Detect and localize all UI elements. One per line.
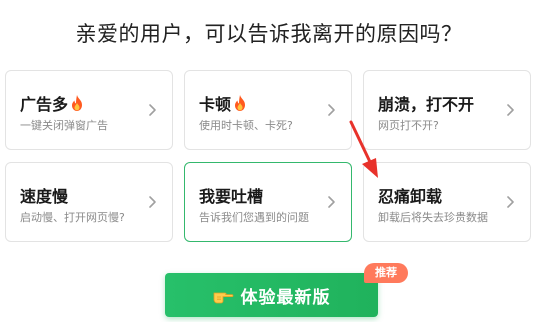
option-card-feedback[interactable]: 我要吐槽 告诉我们您遇到的问题 — [184, 162, 352, 242]
chevron-right-icon — [328, 104, 335, 116]
option-title: 速度慢 — [20, 187, 69, 206]
option-title: 卡顿 — [199, 91, 247, 115]
option-title: 忍痛卸载 — [378, 187, 443, 206]
try-latest-version-button[interactable]: 体验最新版 — [165, 273, 378, 317]
option-title: 崩溃，打不开 — [378, 95, 475, 114]
option-card-uninstall[interactable]: 忍痛卸载 卸载后将失去珍贵数据 — [363, 162, 531, 242]
option-description: 告诉我们您遇到的问题 — [199, 211, 309, 224]
chevron-right-icon — [149, 104, 156, 116]
option-card-slow[interactable]: 速度慢 启动慢、打开网页慢? — [5, 162, 173, 242]
option-card-ads[interactable]: 广告多 一键关闭弹窗广告 — [5, 70, 173, 150]
fire-icon — [235, 95, 246, 111]
option-title: 我要吐槽 — [199, 187, 264, 206]
option-card-lag[interactable]: 卡顿 使用时卡顿、卡死? — [184, 70, 352, 150]
option-description: 一键关闭弹窗广告 — [20, 119, 108, 132]
cta-label: 体验最新版 — [240, 287, 331, 308]
chevron-right-icon — [507, 104, 514, 116]
chevron-right-icon — [328, 196, 335, 208]
chevron-right-icon — [149, 196, 156, 208]
page-title: 亲爱的用户，可以告诉我离开的原因吗？ — [75, 22, 463, 46]
option-description: 启动慢、打开网页慢? — [20, 211, 125, 224]
option-card-crash[interactable]: 崩溃，打不开 网页打不开? — [363, 70, 531, 150]
option-title: 广告多 — [20, 91, 84, 115]
recommend-badge: 推荐 — [364, 263, 408, 283]
chevron-right-icon — [507, 196, 514, 208]
option-description: 网页打不开? — [378, 119, 439, 132]
option-description: 使用时卡顿、卡死? — [199, 119, 293, 132]
option-description: 卸载后将失去珍贵数据 — [378, 211, 488, 224]
fire-icon — [72, 95, 83, 111]
pointing-hand-icon — [213, 292, 233, 304]
